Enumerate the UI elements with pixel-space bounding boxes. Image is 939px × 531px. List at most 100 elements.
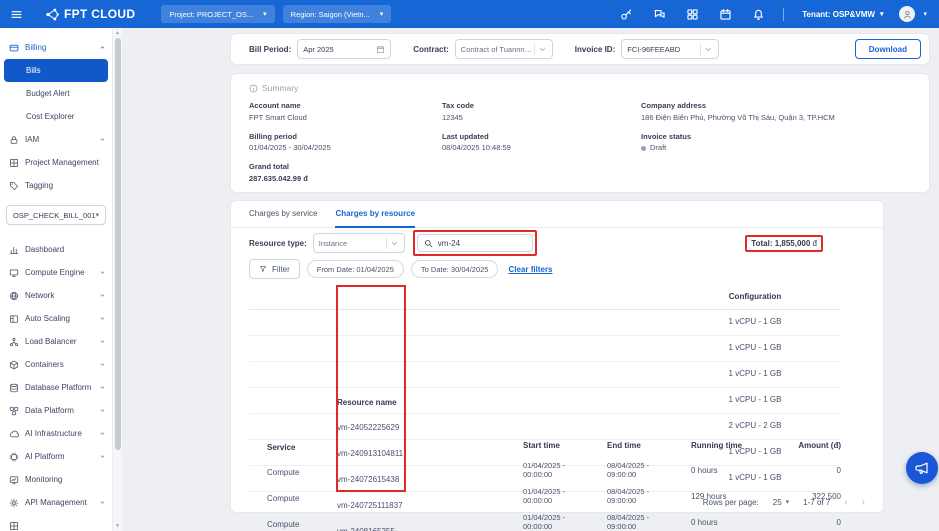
avatar[interactable]	[899, 6, 915, 22]
scroll-down-icon[interactable]: ▼	[113, 523, 122, 529]
compute-icon	[9, 268, 19, 278]
header-action-icons	[620, 8, 765, 21]
region-selector-label: Region: Saigon (Vietn...	[291, 10, 370, 19]
tab-charges-by-service[interactable]: Charges by service	[249, 201, 317, 228]
funnel-icon	[259, 265, 267, 273]
hamburger-menu-icon[interactable]	[10, 8, 23, 21]
sidebar-item-label: Database Platform	[25, 383, 91, 392]
summary-field-label: Account name	[249, 101, 442, 110]
summary-field-billing-period: Billing period 01/04/2025 - 30/04/2025	[249, 132, 442, 153]
chevron-down-icon	[99, 499, 106, 506]
clear-filters-link[interactable]: Clear filters	[508, 265, 552, 274]
billing-icon	[9, 43, 19, 53]
summary-field-tax-code: Tax code12345	[442, 101, 641, 122]
sidebar-item-compute-engine[interactable]: Compute Engine	[0, 261, 112, 284]
chat-icon[interactable]	[653, 8, 666, 21]
fpt-cloud-logo[interactable]: FPT CLOUD	[45, 7, 135, 22]
sidebar-item-label: Monitoring	[25, 475, 62, 484]
total-currency: đ	[813, 239, 817, 248]
tab-charges-by-resource[interactable]: Charges by resource	[335, 201, 415, 228]
sidebar-item-label: AI Infrastructure	[25, 429, 82, 438]
sidebar-item-auto-scaling[interactable]: Auto Scaling	[0, 307, 112, 330]
bill-period-input[interactable]: Apr 2025	[297, 39, 391, 59]
network-icon	[9, 291, 19, 301]
region-selector[interactable]: Region: Saigon (Vietn... ▾	[283, 5, 392, 23]
sidebar-item-partial[interactable]	[0, 514, 112, 531]
announcement-fab[interactable]	[906, 452, 938, 484]
main-content: Bill Period: Apr 2025 Contract: Contract…	[122, 28, 939, 531]
resource-type-select[interactable]: Instance	[313, 233, 405, 253]
sidebar-item-budget-alert[interactable]: Budget Alert	[0, 82, 112, 105]
filters-row: Filter From Date: 01/04/2025 To Date: 30/…	[231, 258, 883, 285]
scroll-up-icon[interactable]: ▲	[113, 30, 122, 36]
person-icon	[902, 9, 913, 20]
sidebar-item-iam[interactable]: IAM	[0, 128, 112, 151]
sidebar-item-cost-explorer[interactable]: Cost Explorer	[0, 105, 112, 128]
sidebar-item-label: Containers	[25, 360, 64, 369]
sidebar-item-ai-infrastructure[interactable]: AI Infrastructure	[0, 422, 112, 445]
sidebar-item-data-platform[interactable]: Data Platform	[0, 399, 112, 422]
bill-period-value: Apr 2025	[303, 45, 333, 54]
sidebar-item-load-balancer[interactable]: Load Balancer	[0, 330, 112, 353]
top-header: FPT CLOUD Project: PROJECT_OS... ▾ Regio…	[0, 0, 939, 28]
chevron-down-icon	[99, 384, 106, 391]
sidebar-item-containers[interactable]: Containers	[0, 353, 112, 376]
sidebar-item-billing[interactable]: Billing	[0, 36, 112, 59]
resource-controls-row: Resource type: Instance vm-24 Total: 1,8…	[231, 228, 883, 258]
dataplatform-icon	[9, 406, 19, 416]
cell-resource-name: vm-2408165255	[319, 518, 431, 531]
sidebar-item-label: Dashboard	[25, 245, 64, 254]
sidebar-item-dashboard[interactable]: Dashboard	[0, 238, 112, 261]
apps-icon[interactable]	[686, 8, 699, 21]
annotation-box-total: Total: 1,855,000 đ	[745, 235, 823, 252]
filter-button[interactable]: Filter	[249, 259, 300, 279]
sidebar-item-tagging[interactable]: Tagging	[0, 174, 112, 197]
sidebar-item-api-management[interactable]: API Management	[0, 491, 112, 514]
fpt-cloud-billing-page: FPT CLOUD Project: PROJECT_OS... ▾ Regio…	[0, 0, 939, 531]
sidebar-item-label: Cost Explorer	[26, 112, 74, 121]
sidebar-item-label: Project Management	[25, 158, 99, 167]
summary-field-value: FPT Smart Cloud	[249, 113, 442, 122]
resource-type-value: Instance	[319, 239, 347, 248]
summary-field-grand-total: Grand total287.635.042.99 đ	[249, 162, 442, 183]
calendar-icon[interactable]	[719, 8, 732, 21]
search-input[interactable]: vm-24	[417, 234, 533, 252]
sidebar: BillingBillsBudget Alert Cost Explorer IAM…	[0, 28, 112, 531]
sidebar-item-project-management[interactable]: Project Management	[0, 151, 112, 174]
key-icon[interactable]	[620, 8, 633, 21]
sidebar-item-bills[interactable]: Bills	[4, 59, 108, 82]
project-selector[interactable]: Project: PROJECT_OS... ▾	[161, 5, 274, 23]
sidebar-project-select[interactable]: OSP_CHECK_BILL_001 ▾	[6, 205, 106, 225]
avatar-caret-icon[interactable]: ▾	[923, 11, 927, 18]
charges-table: ServiceResource nameConfigurationStart t…	[249, 285, 841, 492]
summary-field-label: Grand total	[249, 162, 442, 171]
bell-icon[interactable]	[752, 8, 765, 21]
annotation-box-search: vm-24	[413, 230, 537, 256]
table-header-row: ServiceResource nameConfigurationStart t…	[249, 285, 841, 310]
sidebar-item-network[interactable]: Network	[0, 284, 112, 307]
sidebar-item-monitoring[interactable]: Monitoring	[0, 468, 112, 491]
summary-field-label: Billing period	[249, 132, 442, 141]
sidebar-item-database-platform[interactable]: Database Platform	[0, 376, 112, 399]
invoice-id-select[interactable]: FCI-96FEEABD	[621, 39, 719, 59]
chevron-up-icon	[99, 44, 106, 51]
sidebar-item-label: API Management	[25, 498, 87, 507]
chevron-down-icon	[704, 45, 713, 54]
autoscaling-icon	[9, 314, 19, 324]
sidebar-scrollbar[interactable]: ▲ ▼	[112, 28, 122, 531]
download-button[interactable]: Download	[855, 39, 921, 59]
dashboard-icon	[9, 245, 19, 255]
contract-select[interactable]: Contract of Tuannn52...	[455, 39, 553, 59]
summary-field-value: 01/04/2025 - 30/04/2025	[249, 143, 442, 152]
tenant-selector[interactable]: Tenant: OSP&VMW ▾	[802, 10, 883, 19]
summary-field-value: 186 Điện Biên Phủ, Phường Võ Thị Sáu, Qu…	[641, 113, 911, 122]
date-filter-chip[interactable]: From Date: 01/04/2025	[307, 260, 404, 278]
sidebar-item-ai-platform[interactable]: AI Platform	[0, 445, 112, 468]
scrollbar-thumb[interactable]	[115, 38, 121, 450]
chevron-down-icon	[99, 361, 106, 368]
summary-field-invoice-status: Invoice statusDraft	[641, 132, 911, 153]
date-filter-chip[interactable]: To Date: 30/04/2025	[411, 260, 499, 278]
charges-card: Charges by service Charges by resource R…	[230, 200, 884, 513]
summary-card: Summary Account nameFPT Smart CloudTax c…	[230, 73, 930, 193]
sidebar-item-label: Load Balancer	[25, 337, 77, 346]
